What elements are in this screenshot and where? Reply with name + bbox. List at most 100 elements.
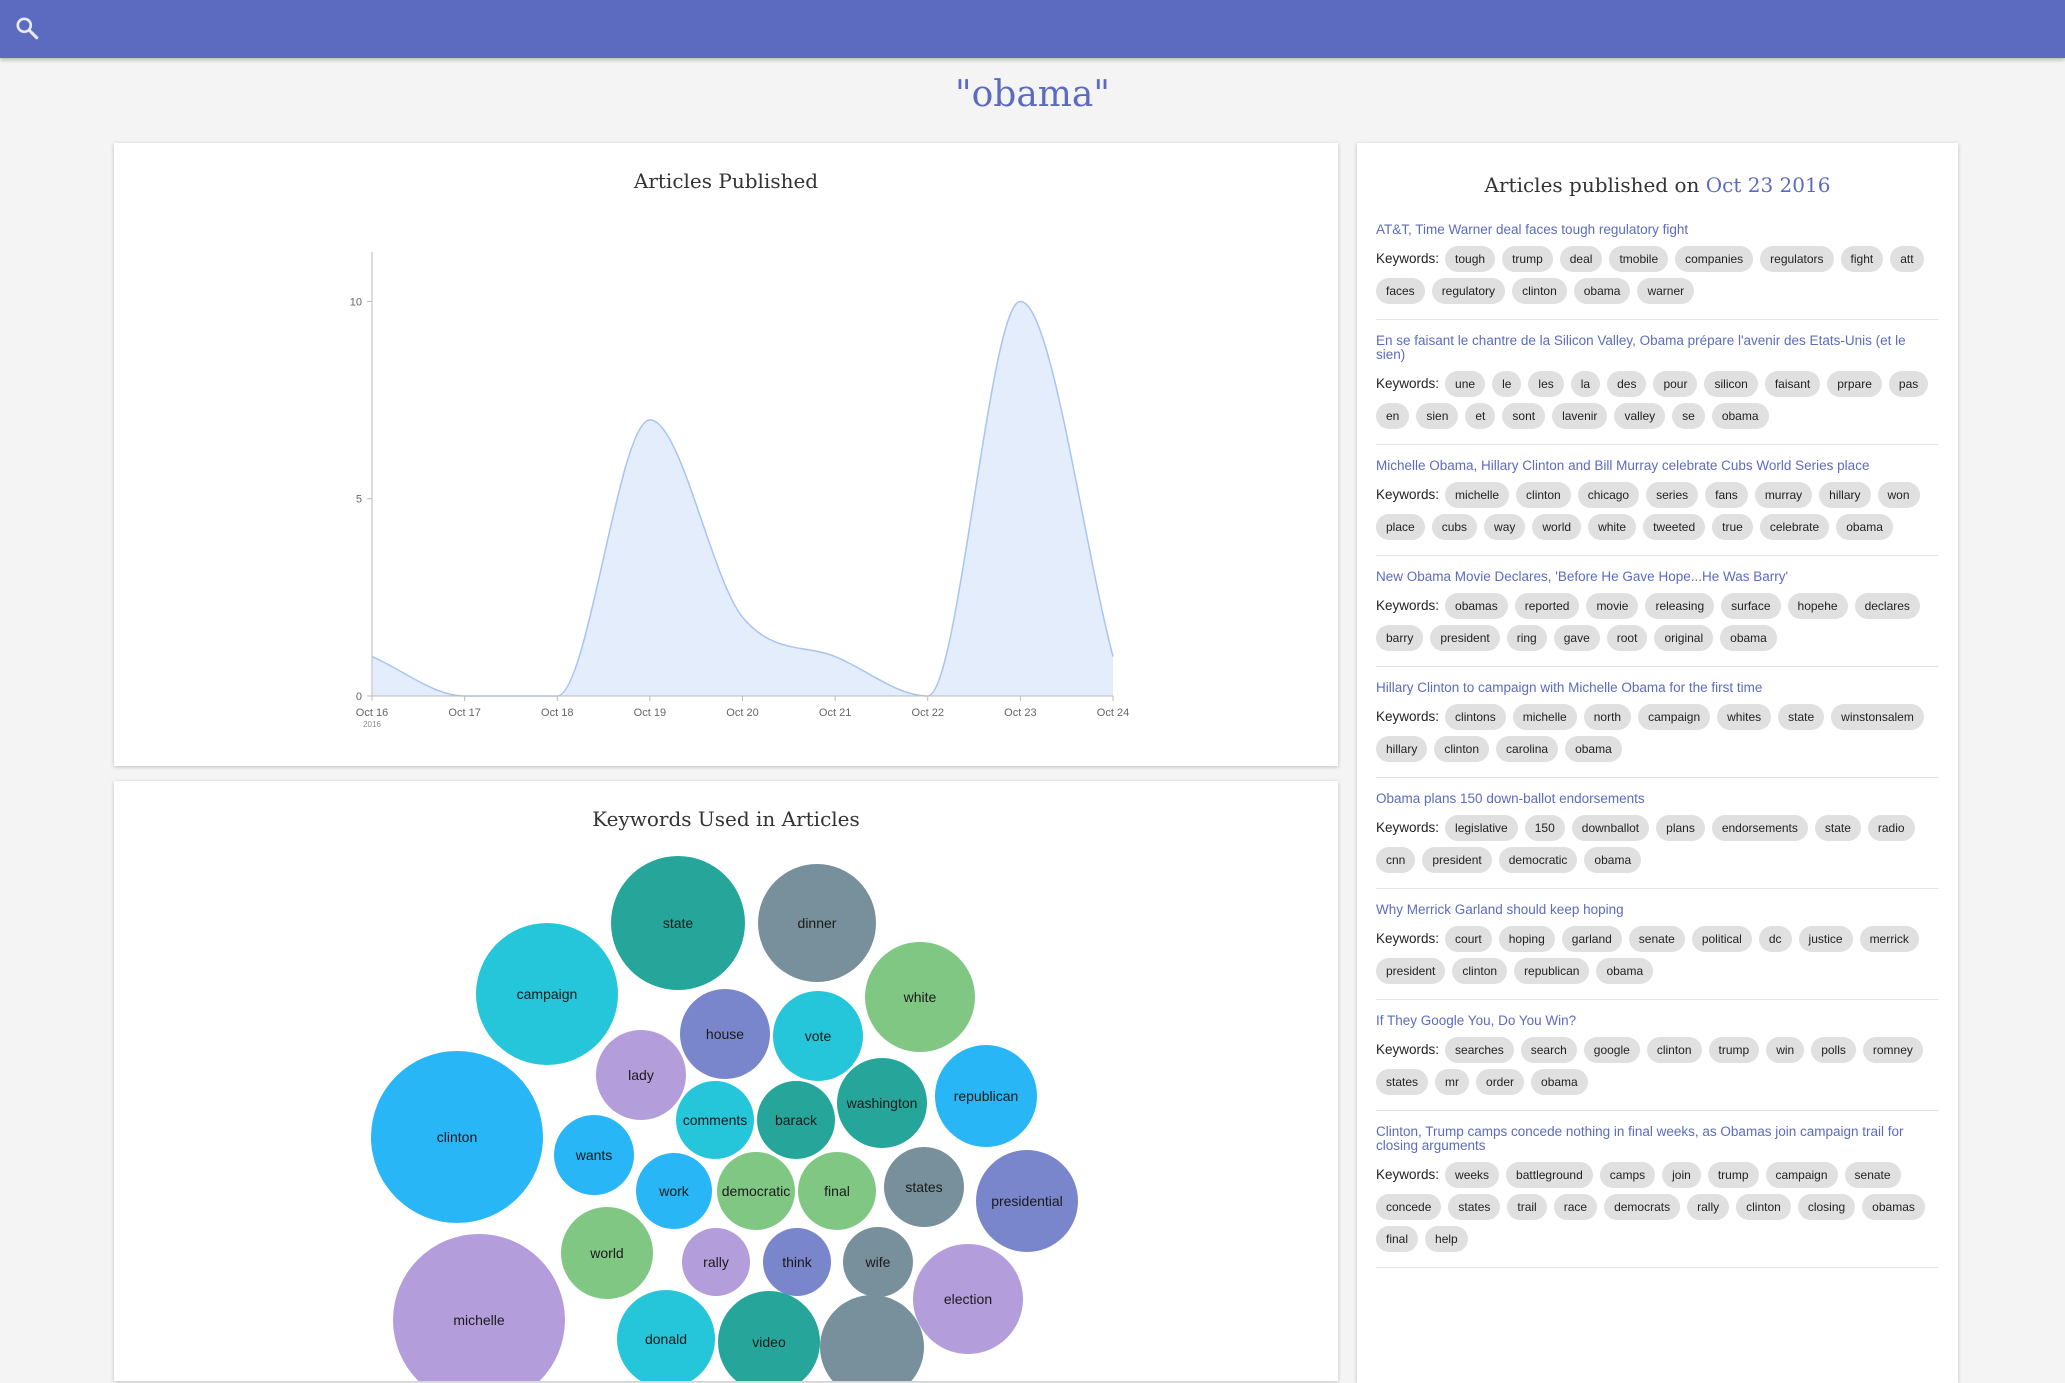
keyword-chip[interactable]: pour xyxy=(1653,371,1698,397)
keyword-chip[interactable]: trump xyxy=(1502,246,1553,272)
keyword-chip[interactable]: sont xyxy=(1502,403,1546,429)
keyword-bubble[interactable] xyxy=(820,1295,924,1381)
keyword-chip[interactable]: obama xyxy=(1531,1069,1588,1095)
keyword-chip[interactable]: race xyxy=(1553,1194,1598,1220)
keyword-chip[interactable]: faces xyxy=(1376,278,1425,304)
keyword-chip[interactable]: surface xyxy=(1721,593,1781,619)
keyword-chip[interactable]: polls xyxy=(1811,1037,1856,1063)
keyword-chip[interactable]: legislative xyxy=(1445,815,1518,841)
keyword-chip[interactable]: obamas xyxy=(1445,593,1508,619)
keyword-chip[interactable]: endorsements xyxy=(1711,815,1808,841)
keyword-chip[interactable]: original xyxy=(1654,625,1714,651)
keyword-chip[interactable]: order xyxy=(1476,1069,1525,1095)
keyword-chip[interactable]: root xyxy=(1606,625,1648,651)
keyword-chip[interactable]: se xyxy=(1672,403,1705,429)
keyword-chip[interactable]: tmobile xyxy=(1609,246,1669,272)
keyword-chip[interactable]: cnn xyxy=(1376,847,1416,873)
keyword-chip[interactable]: join xyxy=(1662,1162,1701,1188)
keyword-chip[interactable]: state xyxy=(1778,704,1825,730)
keyword-chip[interactable]: search xyxy=(1520,1037,1577,1063)
keyword-chip[interactable]: downballot xyxy=(1571,815,1650,841)
keyword-chip[interactable]: plans xyxy=(1656,815,1705,841)
keyword-chip[interactable]: whites xyxy=(1717,704,1772,730)
keyword-chip[interactable]: states xyxy=(1448,1194,1501,1220)
keyword-chip[interactable]: tough xyxy=(1445,246,1496,272)
keyword-chip[interactable]: senate xyxy=(1844,1162,1901,1188)
keyword-chip[interactable]: won xyxy=(1877,482,1920,508)
keyword-chip[interactable]: releasing xyxy=(1645,593,1715,619)
keyword-chip[interactable]: clinton xyxy=(1434,736,1490,762)
keyword-chip[interactable]: gave xyxy=(1553,625,1600,651)
keyword-chip[interactable]: valley xyxy=(1614,403,1666,429)
search-icon[interactable] xyxy=(14,15,40,41)
keyword-chip[interactable]: les xyxy=(1528,371,1564,397)
keyword-chip[interactable]: movie xyxy=(1586,593,1639,619)
keyword-chip[interactable]: obama xyxy=(1836,514,1893,540)
keyword-chip[interactable]: hillary xyxy=(1376,736,1428,762)
keyword-chip[interactable]: campaign xyxy=(1765,1162,1838,1188)
keyword-chip[interactable]: tweeted xyxy=(1643,514,1706,540)
article-title-link[interactable]: Michelle Obama, Hillary Clinton and Bill… xyxy=(1376,459,1938,473)
keyword-chip[interactable]: att xyxy=(1890,246,1924,272)
keyword-chip[interactable]: true xyxy=(1712,514,1753,540)
keyword-chip[interactable]: place xyxy=(1376,514,1425,540)
keyword-chip[interactable]: searches xyxy=(1445,1037,1514,1063)
keyword-chip[interactable]: le xyxy=(1492,371,1522,397)
keyword-chip[interactable]: en xyxy=(1376,403,1410,429)
keyword-chip[interactable]: clinton xyxy=(1512,278,1567,304)
keyword-chip[interactable]: barry xyxy=(1376,625,1424,651)
keyword-chip[interactable]: obama xyxy=(1711,403,1769,429)
keyword-chip[interactable]: rally xyxy=(1687,1194,1730,1220)
article-title-link[interactable]: New Obama Movie Declares, 'Before He Gav… xyxy=(1376,570,1938,584)
keyword-chip[interactable]: series xyxy=(1646,482,1699,508)
article-title-link[interactable]: Hillary Clinton to campaign with Michell… xyxy=(1376,681,1938,695)
keyword-chip[interactable]: companies xyxy=(1675,246,1754,272)
keyword-chip[interactable]: state xyxy=(1814,815,1861,841)
article-title-link[interactable]: Why Merrick Garland should keep hoping xyxy=(1376,903,1938,917)
keyword-chip[interactable]: president xyxy=(1422,847,1492,873)
keyword-chip[interactable]: michelle xyxy=(1512,704,1577,730)
keyword-chip[interactable]: obama xyxy=(1565,736,1622,762)
keyword-chip[interactable]: obama xyxy=(1584,847,1642,873)
keyword-chip[interactable]: final xyxy=(1376,1226,1419,1252)
keyword-chip[interactable]: trail xyxy=(1507,1194,1547,1220)
keyword-chip[interactable]: une xyxy=(1445,371,1486,397)
keyword-chip[interactable]: google xyxy=(1583,1037,1640,1063)
keyword-chip[interactable]: president xyxy=(1376,958,1446,984)
keyword-chip[interactable]: et xyxy=(1465,403,1496,429)
keyword-chip[interactable]: hoping xyxy=(1498,926,1555,952)
keyword-chip[interactable]: warner xyxy=(1637,278,1695,304)
keyword-chip[interactable]: justice xyxy=(1798,926,1853,952)
keyword-chip[interactable]: states xyxy=(1376,1069,1429,1095)
article-title-link[interactable]: En se faisant le chantre de la Silicon V… xyxy=(1376,334,1938,362)
keyword-chip[interactable]: clinton xyxy=(1452,958,1508,984)
keyword-chip[interactable]: celebrate xyxy=(1759,514,1830,540)
keyword-chip[interactable]: trump xyxy=(1708,1037,1760,1063)
keyword-chip[interactable]: world xyxy=(1532,514,1582,540)
keyword-chip[interactable]: trump xyxy=(1707,1162,1759,1188)
keyword-chip[interactable]: deal xyxy=(1559,246,1603,272)
keyword-chip[interactable]: prpare xyxy=(1827,371,1882,397)
keyword-chip[interactable]: silicon xyxy=(1704,371,1758,397)
keyword-chip[interactable]: north xyxy=(1583,704,1632,730)
keyword-chip[interactable]: fight xyxy=(1840,246,1884,272)
keyword-chip[interactable]: campaign xyxy=(1638,704,1711,730)
keyword-chip[interactable]: ring xyxy=(1506,625,1547,651)
article-title-link[interactable]: Obama plans 150 down-ballot endorsements xyxy=(1376,792,1938,806)
keyword-chip[interactable]: battleground xyxy=(1506,1162,1593,1188)
keyword-chip[interactable]: regulators xyxy=(1760,246,1834,272)
keyword-bubble[interactable] xyxy=(393,1234,565,1381)
keyword-chip[interactable]: lavenir xyxy=(1552,403,1608,429)
keyword-chip[interactable]: la xyxy=(1570,371,1601,397)
keyword-chip[interactable]: chicago xyxy=(1577,482,1640,508)
keyword-chip[interactable]: closing xyxy=(1797,1194,1856,1220)
keyword-chip[interactable]: senate xyxy=(1628,926,1685,952)
keyword-chip[interactable]: pas xyxy=(1888,371,1929,397)
keyword-chip[interactable]: michelle xyxy=(1445,482,1510,508)
keyword-chip[interactable]: regulatory xyxy=(1431,278,1506,304)
keyword-chip[interactable]: faisant xyxy=(1764,371,1821,397)
keyword-chip[interactable]: weeks xyxy=(1445,1162,1500,1188)
keyword-chip[interactable]: clintons xyxy=(1445,704,1506,730)
keyword-chip[interactable]: democratic xyxy=(1498,847,1578,873)
keyword-chip[interactable]: garland xyxy=(1561,926,1622,952)
